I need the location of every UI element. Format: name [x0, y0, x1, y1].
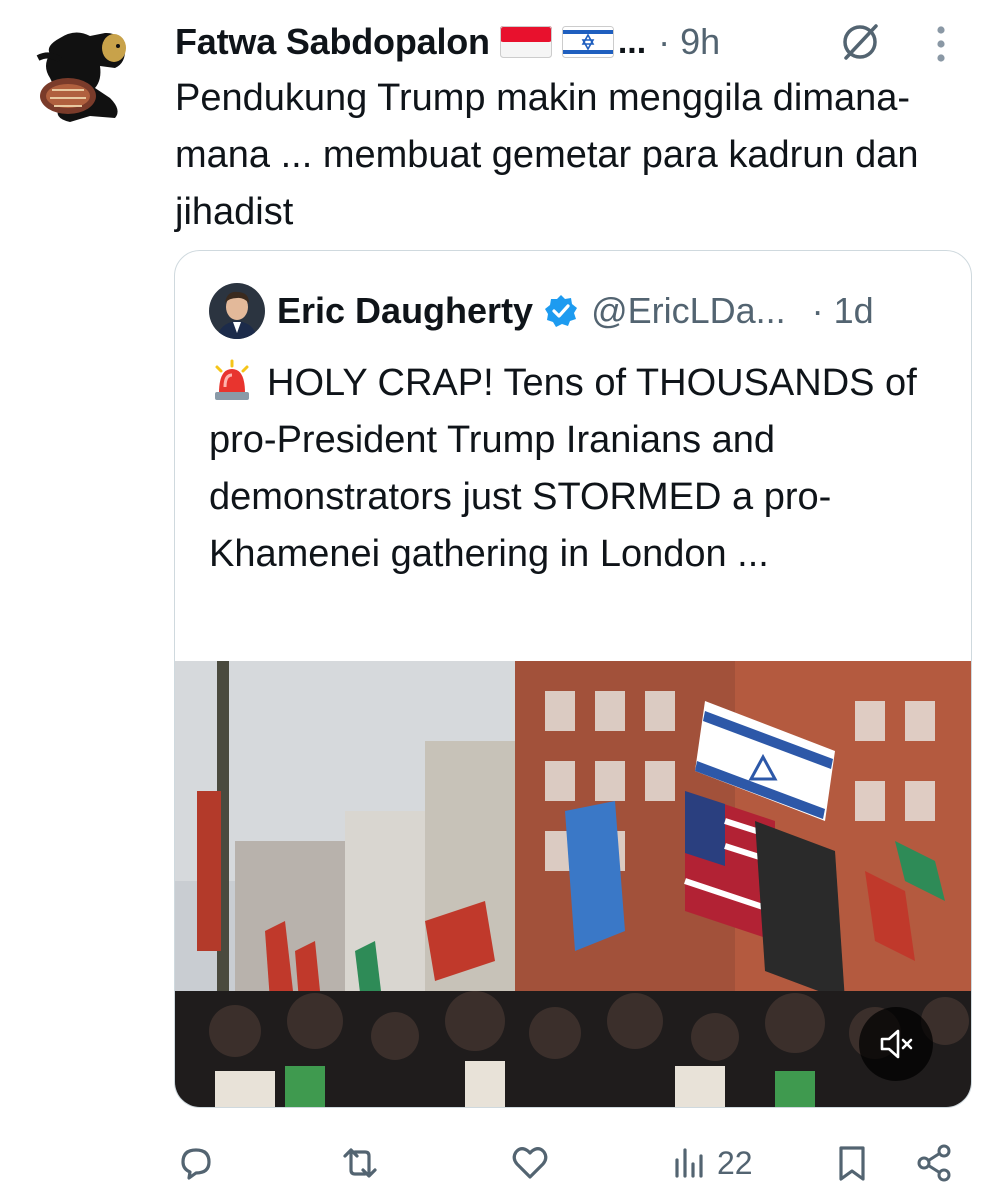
verified-badge-icon: [545, 295, 578, 327]
views-button[interactable]: 22: [669, 1135, 753, 1191]
repost-icon: [343, 1148, 377, 1178]
quoted-handle[interactable]: @EricLDa...: [591, 290, 786, 332]
grok-icon[interactable]: [838, 20, 882, 64]
post-time[interactable]: · 9h: [658, 21, 720, 63]
author-name[interactable]: Fatwa Sabdopalon: [175, 21, 490, 63]
name-truncation: ...: [617, 22, 647, 61]
mute-toggle-button[interactable]: [859, 1007, 933, 1081]
volume-muted-icon: [880, 1029, 913, 1059]
quoted-text: HOLY CRAP! Tens of THOUSANDS of pro-Pres…: [209, 355, 949, 583]
author-avatar[interactable]: [30, 18, 140, 128]
bookmark-button[interactable]: [831, 1135, 873, 1191]
share-button[interactable]: [913, 1135, 955, 1191]
reply-icon: [181, 1148, 211, 1180]
indonesia-flag-icon: [499, 26, 552, 58]
reply-button[interactable]: [175, 1135, 217, 1191]
action-bar: 22: [175, 1135, 975, 1191]
quoted-time[interactable]: · 1d: [812, 290, 874, 332]
quoted-author-name[interactable]: Eric Daugherty: [277, 290, 533, 332]
israel-flag-icon: [561, 26, 614, 58]
like-button[interactable]: [509, 1135, 551, 1191]
siren-emoji-icon: [215, 359, 249, 400]
quoted-header: Eric Daugherty @EricLDa... · 1d: [277, 283, 957, 339]
quoted-tweet[interactable]: Eric Daugherty @EricLDa... · 1d HOLY CRA…: [174, 250, 972, 1108]
quoted-text-body: HOLY CRAP! Tens of THOUSANDS of pro-Pres…: [209, 362, 917, 575]
repost-button[interactable]: [339, 1135, 381, 1191]
quoted-author-avatar[interactable]: [209, 283, 265, 339]
share-icon: [917, 1144, 951, 1182]
like-icon: [512, 1147, 548, 1179]
post-header: Fatwa Sabdopalon ... · 9h: [175, 18, 985, 66]
more-options-icon[interactable]: [933, 24, 949, 64]
views-count: 22: [717, 1144, 753, 1181]
post-text: Pendukung Trump makin menggila dimana-ma…: [175, 77, 919, 233]
quoted-video[interactable]: [175, 661, 971, 1107]
bookmark-icon: [839, 1146, 865, 1181]
views-icon: [675, 1148, 703, 1178]
